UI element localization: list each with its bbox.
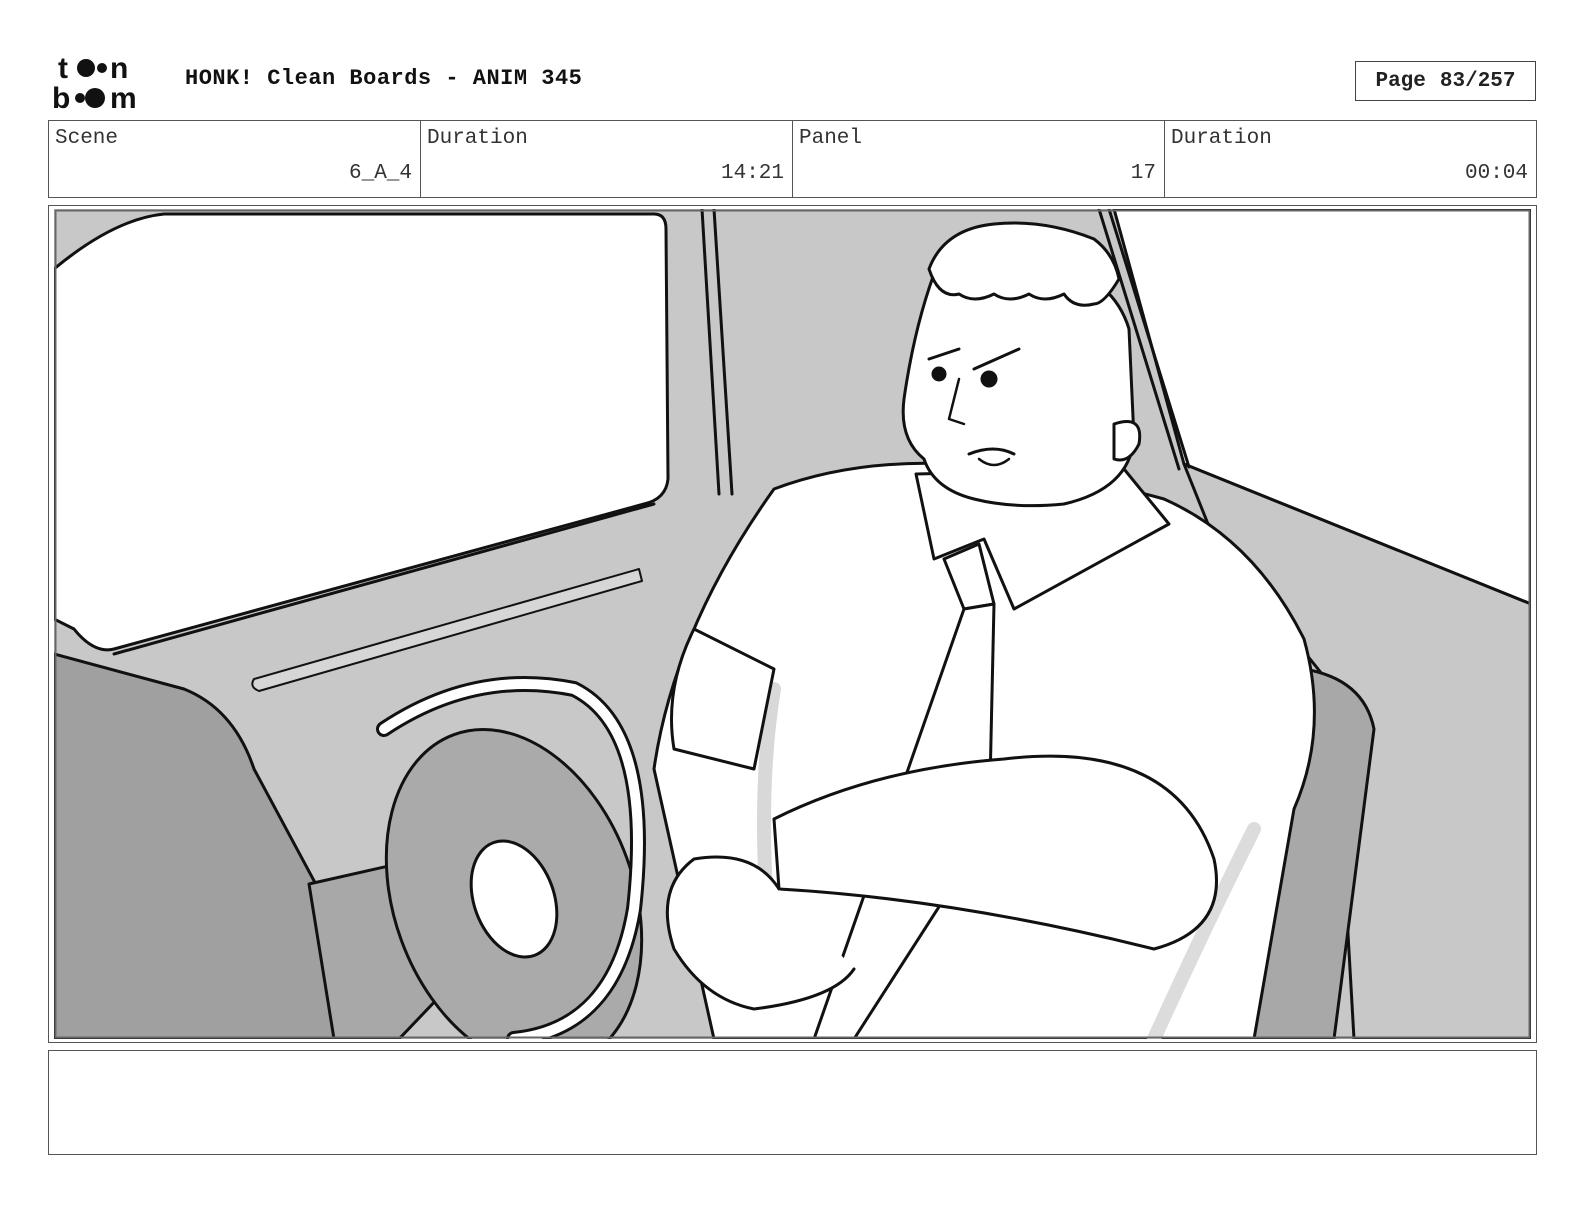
scene-value: 6_A_4: [348, 162, 412, 185]
panel-duration-cell: Duration 00:04: [1165, 121, 1536, 197]
svg-text:n: n: [110, 52, 128, 85]
scene-duration-cell: Duration 14:21: [421, 121, 793, 197]
svg-text:t: t: [58, 52, 68, 85]
panel-duration-label: Duration: [1171, 127, 1272, 150]
scene-duration-value: 14:21: [720, 162, 784, 185]
scene-duration-label: Duration: [427, 127, 528, 150]
panel-cell: Panel 17: [793, 121, 1165, 197]
scene-label: Scene: [55, 127, 119, 150]
panel-notes-box: [48, 1050, 1537, 1155]
panel-label: Panel: [799, 127, 863, 150]
panel-value: 17: [1130, 162, 1156, 185]
scene-cell: Scene 6_A_4: [49, 121, 421, 197]
toonboom-logo: t n b m: [50, 50, 165, 115]
document-title: HONK! Clean Boards - ANIM 345: [185, 66, 583, 91]
page-number: 83/257: [1439, 69, 1516, 93]
svg-text:b: b: [52, 82, 70, 112]
page-label: Page: [1375, 69, 1426, 93]
svg-text:m: m: [110, 82, 137, 112]
storyboard-panel: [48, 205, 1537, 1043]
panel-drawing: [54, 209, 1531, 1039]
panel-duration-value: 00:04: [1464, 162, 1528, 185]
scene-info-bar: Scene 6_A_4 Duration 14:21 Panel 17 Dura…: [48, 120, 1537, 198]
page-indicator: Page 83/257: [1355, 61, 1536, 101]
